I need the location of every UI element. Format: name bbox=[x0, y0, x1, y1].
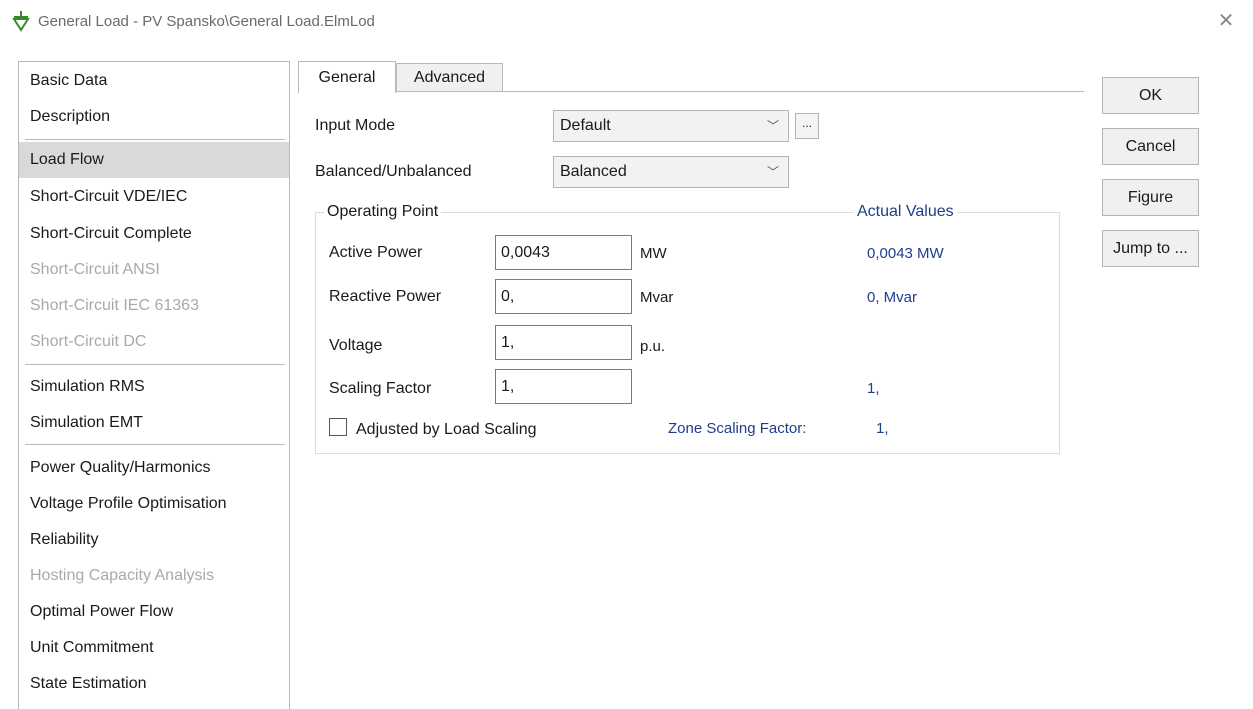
reactive-power-label: Reactive Power bbox=[329, 288, 442, 305]
tab-general[interactable]: General bbox=[298, 61, 396, 93]
jump-to-button[interactable]: Jump to ... bbox=[1102, 230, 1199, 267]
nav-item-short-circuit-dc: Short-Circuit DC bbox=[30, 333, 147, 350]
nav-item-description[interactable]: Description bbox=[19, 99, 289, 135]
reactive-power-actual: 0, Mvar bbox=[867, 289, 918, 306]
voltage-label: Voltage bbox=[329, 337, 383, 354]
actual-values-title: Actual Values bbox=[854, 203, 957, 221]
tab-advanced[interactable]: Advanced bbox=[396, 63, 503, 92]
active-power-input[interactable]: 0,0043 bbox=[495, 235, 632, 270]
nav-item-state-estimation[interactable]: State Estimation bbox=[19, 666, 289, 702]
load-arrow-icon bbox=[12, 11, 30, 32]
voltage-input[interactable]: 1, bbox=[495, 325, 632, 360]
adjusted-by-load-scaling-label[interactable]: Adjusted by Load Scaling bbox=[356, 421, 537, 439]
ok-button[interactable]: OK bbox=[1102, 77, 1199, 114]
scaling-factor-actual: 1, bbox=[867, 380, 880, 397]
active-power-unit: MW bbox=[640, 245, 667, 262]
dialog-window: General Load - PV Spansko\General Load.E… bbox=[0, 0, 1253, 709]
nav-item-short-circuit-vde-iec[interactable]: Short-Circuit VDE/IEC bbox=[19, 179, 289, 215]
nav-divider bbox=[25, 364, 285, 365]
tab-divider bbox=[503, 91, 1084, 92]
title-bar: General Load - PV Spansko\General Load.E… bbox=[0, 0, 1253, 44]
nav-item-reliability[interactable]: Reliability bbox=[19, 522, 289, 558]
figure-button[interactable]: Figure bbox=[1102, 179, 1199, 216]
tab-bar: General Advanced bbox=[298, 61, 1088, 93]
balanced-value: Balanced bbox=[560, 163, 627, 180]
zone-scaling-factor-value: 1, bbox=[876, 420, 889, 437]
active-power-actual: 0,0043 MW bbox=[867, 245, 944, 262]
scaling-factor-label: Scaling Factor bbox=[329, 380, 432, 397]
reactive-power-input[interactable]: 0, bbox=[495, 279, 632, 314]
page-navigation: Basic Data Description Load Flow Short-C… bbox=[18, 61, 290, 709]
active-power-label: Active Power bbox=[329, 244, 423, 261]
scaling-factor-input[interactable]: 1, bbox=[495, 369, 632, 404]
nav-divider bbox=[25, 139, 285, 140]
adjusted-by-load-scaling-checkbox[interactable] bbox=[329, 418, 347, 436]
cancel-button[interactable]: Cancel bbox=[1102, 128, 1199, 165]
reactive-power-unit: Mvar bbox=[640, 289, 674, 306]
window-title: General Load - PV Spansko\General Load.E… bbox=[38, 13, 375, 30]
nav-divider bbox=[25, 444, 285, 445]
nav-item-simulation-rms[interactable]: Simulation RMS bbox=[19, 369, 289, 405]
close-icon[interactable]: ✕ bbox=[1215, 10, 1237, 32]
operating-point-group bbox=[315, 212, 1060, 454]
chevron-down-icon: ﹀ bbox=[766, 165, 779, 179]
input-mode-select[interactable]: Default ﹀ bbox=[553, 110, 789, 142]
nav-item-load-flow[interactable]: Load Flow bbox=[19, 142, 289, 178]
input-mode-value: Default bbox=[560, 117, 611, 134]
nav-item-short-circuit-ansi: Short-Circuit ANSI bbox=[30, 261, 160, 278]
operating-point-title: Operating Point bbox=[324, 203, 442, 221]
nav-item-hosting-capacity-analysis: Hosting Capacity Analysis bbox=[30, 567, 215, 584]
nav-item-voltage-profile-optimisation[interactable]: Voltage Profile Optimisation bbox=[19, 486, 289, 522]
nav-item-optimal-power-flow[interactable]: Optimal Power Flow bbox=[19, 594, 289, 630]
balanced-label: Balanced/Unbalanced bbox=[315, 163, 472, 180]
nav-item-power-quality-harmonics[interactable]: Power Quality/Harmonics bbox=[19, 450, 289, 486]
nav-item-short-circuit-iec-61363: Short-Circuit IEC 61363 bbox=[30, 297, 199, 314]
input-mode-label: Input Mode bbox=[315, 117, 396, 134]
balanced-select[interactable]: Balanced ﹀ bbox=[553, 156, 789, 188]
nav-item-short-circuit-complete[interactable]: Short-Circuit Complete bbox=[19, 216, 289, 252]
zone-scaling-factor-label: Zone Scaling Factor: bbox=[668, 420, 807, 437]
voltage-unit: p.u. bbox=[640, 338, 666, 355]
nav-item-simulation-emt[interactable]: Simulation EMT bbox=[19, 405, 289, 441]
chevron-down-icon: ﹀ bbox=[766, 119, 779, 133]
nav-item-unit-commitment[interactable]: Unit Commitment bbox=[19, 630, 289, 666]
nav-item-basic-data[interactable]: Basic Data bbox=[19, 63, 289, 99]
input-mode-more-button[interactable]: ... bbox=[795, 113, 819, 139]
